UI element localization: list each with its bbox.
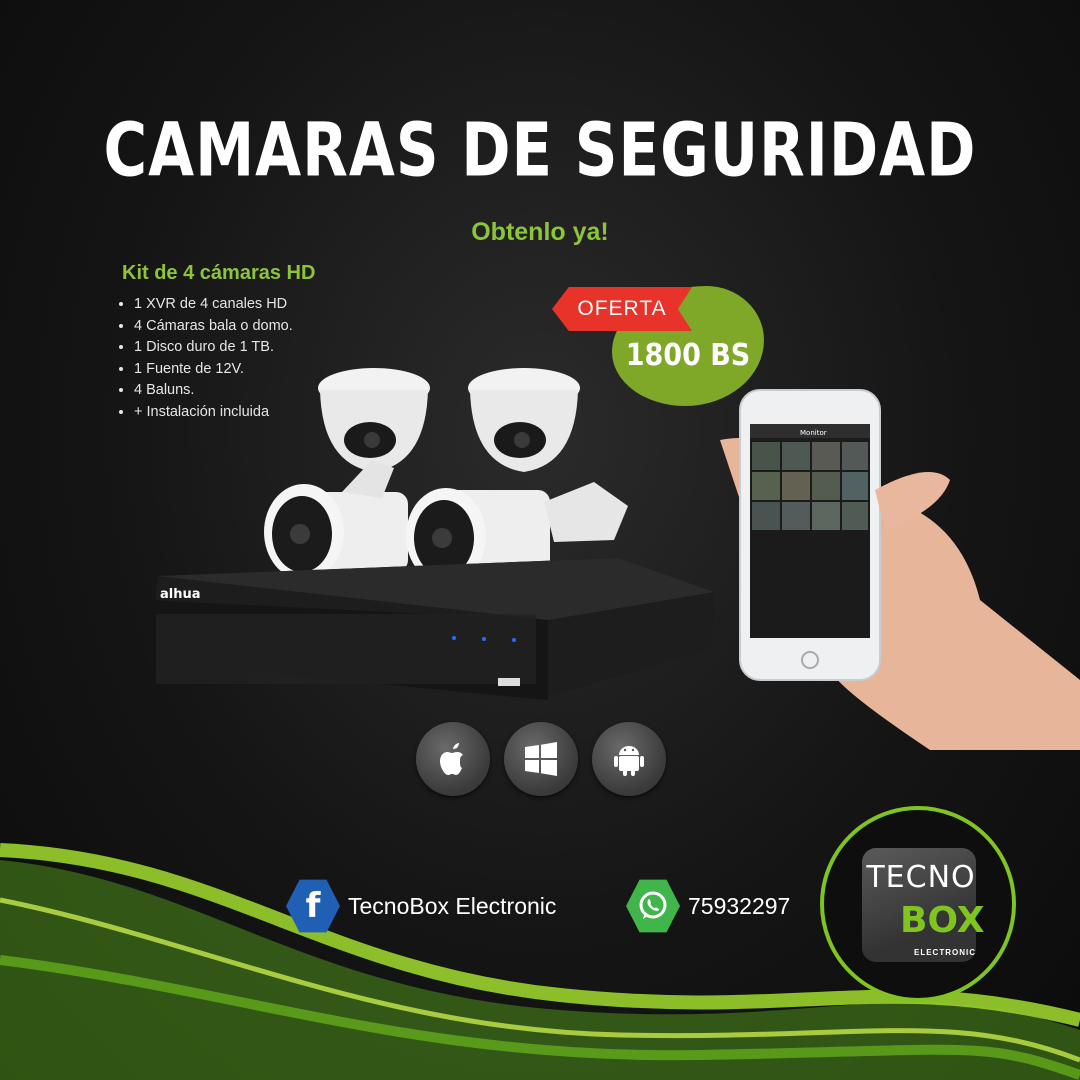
- list-item: 1 XVR de 4 canales HD: [134, 294, 293, 316]
- kit-title: Kit de 4 cámaras HD: [122, 262, 316, 284]
- android-icon: [592, 722, 666, 796]
- logo-line3: ELECTRONIC: [914, 948, 976, 957]
- whatsapp-contact[interactable]: 75932297: [626, 878, 790, 934]
- facebook-page-name: TecnoBox Electronic: [348, 892, 557, 919]
- windows-icon: [504, 722, 578, 796]
- list-item: 1 Disco duro de 1 TB.: [134, 337, 293, 359]
- phone-screen-title: Monitor: [800, 429, 827, 437]
- apple-icon: [416, 722, 490, 796]
- platform-icons: [416, 722, 666, 798]
- whatsapp-icon: [626, 879, 680, 933]
- facebook-icon: f: [286, 879, 340, 933]
- dvr-recorder-image: alhua: [148, 558, 714, 700]
- page-title: CAMARAS DE SEGURIDAD: [103, 107, 977, 194]
- offer-tag: OFERTA: [552, 287, 692, 331]
- kit-item-list: 1 XVR de 4 canales HD 4 Cámaras bala o d…: [116, 294, 293, 423]
- dome-camera-image: [468, 368, 580, 472]
- facebook-contact[interactable]: f TecnoBox Electronic: [286, 878, 556, 934]
- whatsapp-number: 75932297: [688, 892, 791, 919]
- subtitle: Obtenlo ya!: [471, 218, 609, 246]
- list-item: + Instalación incluida: [134, 402, 293, 424]
- offer-price: 1800 BS: [625, 338, 751, 373]
- logo-line1: TECNO: [866, 860, 976, 895]
- list-item: 1 Fuente de 12V.: [134, 359, 293, 381]
- logo-line2: BOX: [900, 900, 985, 941]
- list-item: 4 Cámaras bala o domo.: [134, 316, 293, 338]
- dvr-brand-label: alhua: [160, 587, 201, 602]
- smartphone-image: Monitor: [700, 380, 1080, 750]
- list-item: 4 Baluns.: [134, 380, 293, 402]
